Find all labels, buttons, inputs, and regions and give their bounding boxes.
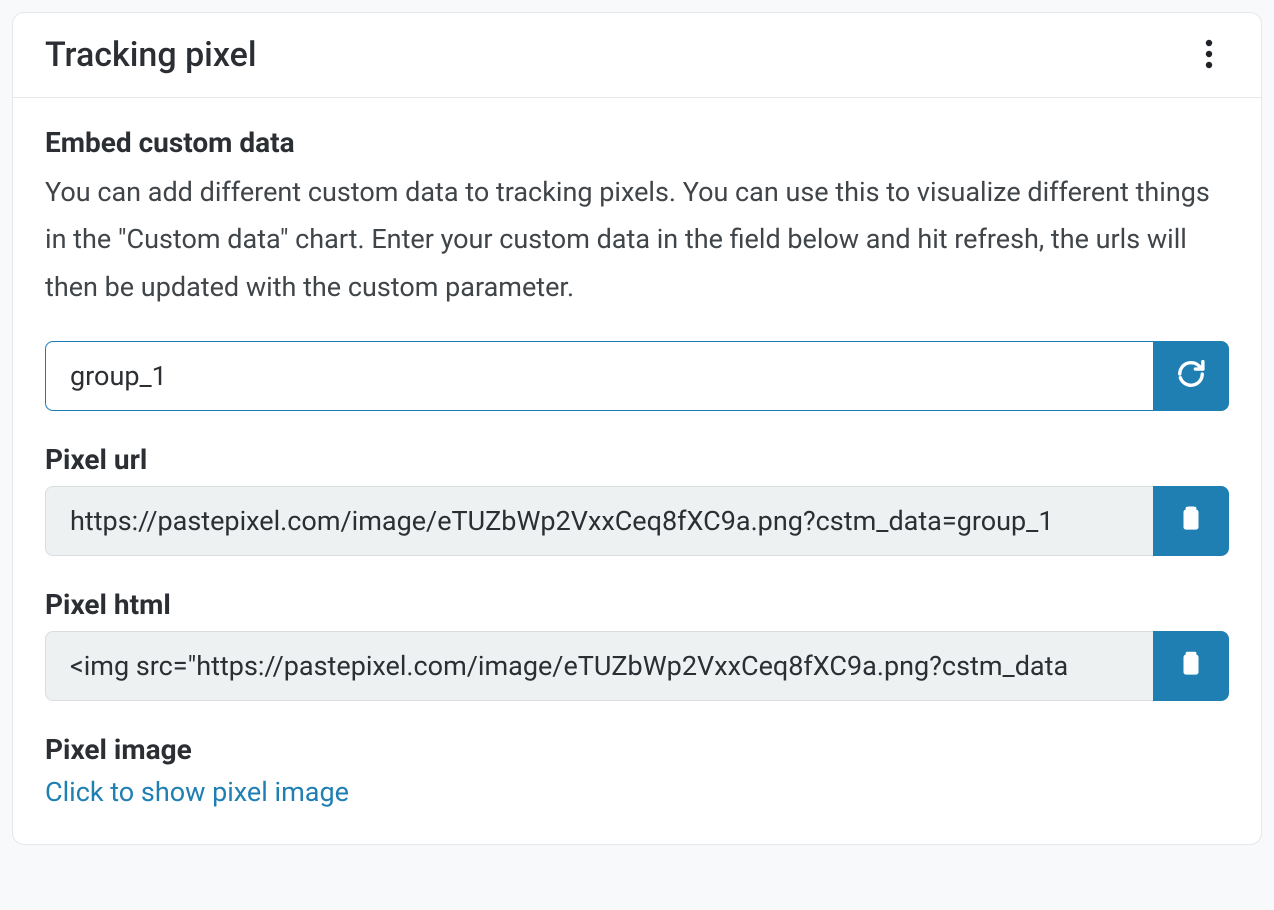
custom-data-input[interactable] — [45, 341, 1153, 411]
refresh-button[interactable] — [1153, 341, 1229, 411]
clipboard-icon — [1176, 649, 1206, 682]
embed-description: You can add different custom data to tra… — [45, 169, 1229, 311]
embed-heading: Embed custom data — [45, 126, 1229, 159]
card-menu-button[interactable] — [1189, 35, 1229, 75]
tracking-pixel-card: Tracking pixel Embed custom data You can… — [12, 12, 1262, 845]
card-header: Tracking pixel — [13, 13, 1261, 98]
card-body: Embed custom data You can add different … — [13, 98, 1261, 844]
copy-pixel-html-button[interactable] — [1153, 631, 1229, 701]
clipboard-icon — [1176, 504, 1206, 537]
custom-data-row — [45, 341, 1229, 411]
show-pixel-image-link[interactable]: Click to show pixel image — [45, 776, 349, 808]
pixel-url-label: Pixel url — [45, 443, 1229, 476]
pixel-url-row: https://pastepixel.com/image/eTUZbWp2Vxx… — [45, 486, 1229, 556]
copy-pixel-url-button[interactable] — [1153, 486, 1229, 556]
pixel-html-label: Pixel html — [45, 588, 1229, 621]
pixel-html-value[interactable]: <img src="https://pastepixel.com/image/e… — [45, 631, 1153, 701]
pixel-image-label: Pixel image — [45, 733, 1229, 766]
pixel-url-value[interactable]: https://pastepixel.com/image/eTUZbWp2Vxx… — [45, 486, 1153, 556]
pixel-html-row: <img src="https://pastepixel.com/image/e… — [45, 631, 1229, 701]
refresh-icon — [1176, 359, 1206, 392]
more-vertical-icon — [1205, 38, 1213, 73]
card-title: Tracking pixel — [45, 35, 257, 75]
